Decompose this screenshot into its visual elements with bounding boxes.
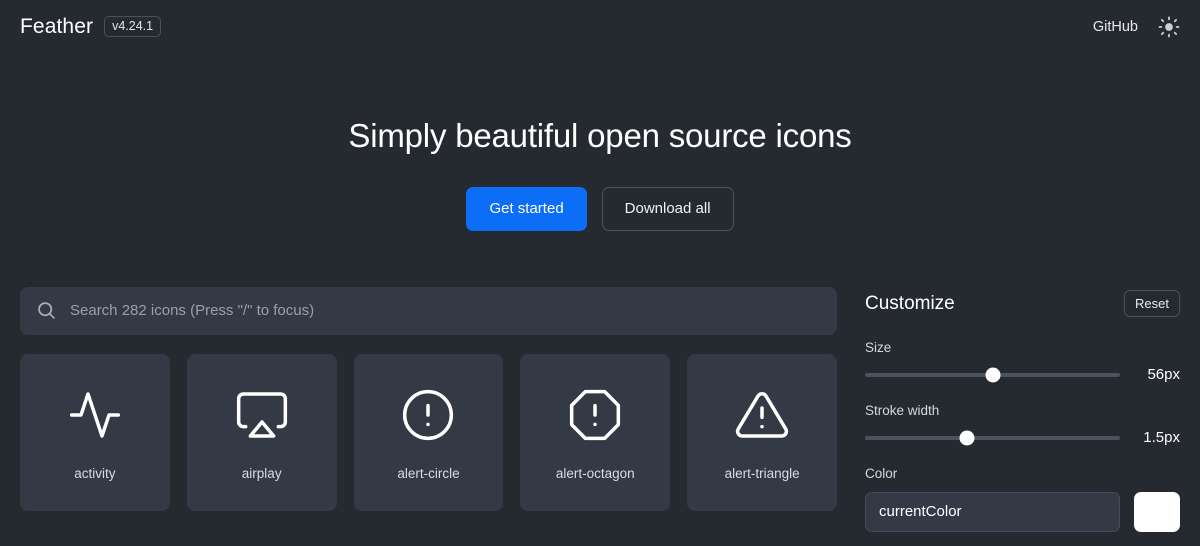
alert-octagon-icon bbox=[567, 387, 623, 443]
main-content: activity airplay bbox=[0, 287, 1200, 532]
header-actions: GitHub bbox=[1093, 16, 1180, 38]
size-slider-row: 56px bbox=[865, 366, 1180, 384]
color-input[interactable] bbox=[865, 492, 1120, 532]
stroke-slider-track bbox=[865, 436, 1120, 440]
icon-card-alert-octagon[interactable]: alert-octagon bbox=[520, 354, 670, 511]
size-value: 56px bbox=[1134, 366, 1180, 383]
stroke-slider-thumb[interactable] bbox=[960, 430, 975, 445]
size-label: Size bbox=[865, 340, 1180, 355]
get-started-button[interactable]: Get started bbox=[466, 187, 586, 231]
hero-actions: Get started Download all bbox=[0, 187, 1200, 231]
size-slider-thumb[interactable] bbox=[985, 367, 1000, 382]
reset-button[interactable]: Reset bbox=[1124, 290, 1180, 317]
stroke-width-value: 1.5px bbox=[1134, 429, 1180, 446]
icon-card-airplay[interactable]: airplay bbox=[187, 354, 337, 511]
search-bar[interactable] bbox=[20, 287, 837, 335]
github-link[interactable]: GitHub bbox=[1093, 19, 1138, 35]
activity-icon bbox=[67, 387, 123, 443]
version-badge: v4.24.1 bbox=[104, 16, 161, 38]
alert-circle-icon bbox=[400, 387, 456, 443]
icon-label: activity bbox=[20, 466, 170, 481]
sun-icon bbox=[1158, 16, 1180, 38]
stroke-slider-row: 1.5px bbox=[865, 429, 1180, 447]
icon-card-activity[interactable]: activity bbox=[20, 354, 170, 511]
icons-column: activity airplay bbox=[20, 287, 837, 511]
customize-panel: Customize Reset Size 56px Stroke width 1… bbox=[865, 287, 1180, 532]
icon-label: alert-octagon bbox=[520, 466, 670, 481]
customize-title: Customize bbox=[865, 293, 955, 315]
page-title: Simply beautiful open source icons bbox=[0, 116, 1200, 156]
icon-label: airplay bbox=[187, 466, 337, 481]
theme-toggle-button[interactable] bbox=[1158, 16, 1180, 38]
icon-label: alert-circle bbox=[354, 466, 504, 481]
color-field: Color bbox=[865, 466, 1180, 532]
color-swatch-button[interactable] bbox=[1134, 492, 1180, 532]
icon-card-alert-circle[interactable]: alert-circle bbox=[354, 354, 504, 511]
brand: Feather v4.24.1 bbox=[20, 15, 161, 39]
stroke-width-slider[interactable] bbox=[865, 429, 1120, 447]
icon-card-alert-triangle[interactable]: alert-triangle bbox=[687, 354, 837, 511]
size-field: Size 56px bbox=[865, 340, 1180, 384]
alert-triangle-icon bbox=[734, 387, 790, 443]
icon-grid: activity airplay bbox=[20, 354, 837, 511]
brand-name: Feather bbox=[20, 15, 93, 39]
airplay-icon bbox=[234, 387, 290, 443]
site-header: Feather v4.24.1 GitHub bbox=[0, 0, 1200, 53]
size-slider[interactable] bbox=[865, 366, 1120, 384]
icon-label: alert-triangle bbox=[687, 466, 837, 481]
download-all-button[interactable]: Download all bbox=[602, 187, 734, 231]
customize-header: Customize Reset bbox=[865, 287, 1180, 321]
hero-section: Simply beautiful open source icons Get s… bbox=[0, 53, 1200, 231]
stroke-width-label: Stroke width bbox=[865, 403, 1180, 418]
search-icon bbox=[36, 300, 57, 321]
color-row bbox=[865, 492, 1180, 532]
search-input[interactable] bbox=[70, 302, 821, 319]
color-label: Color bbox=[865, 466, 1180, 481]
stroke-width-field: Stroke width 1.5px bbox=[865, 403, 1180, 447]
